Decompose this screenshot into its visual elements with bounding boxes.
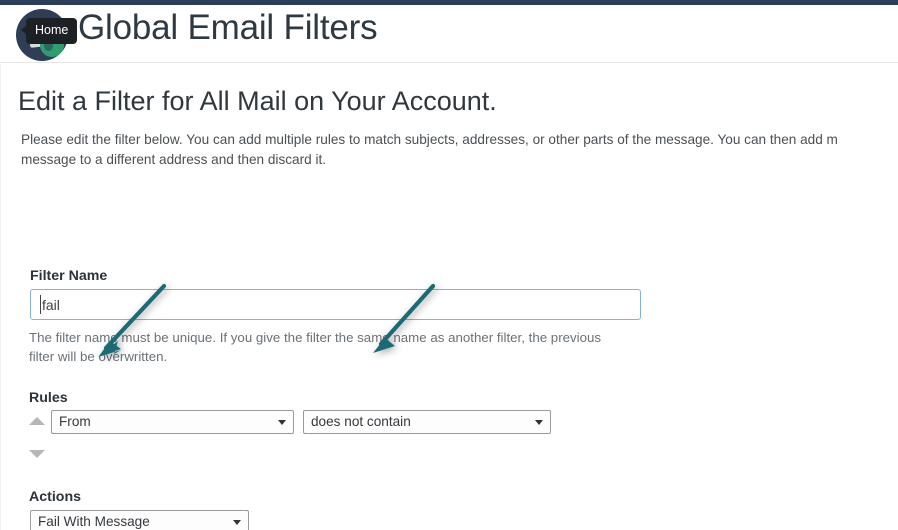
- rules-label: Rules: [29, 390, 68, 406]
- move-rule-down-icon[interactable]: [29, 450, 45, 458]
- rule-operator-select[interactable]: does not contain: [303, 410, 551, 434]
- filter-name-input[interactable]: [30, 289, 641, 320]
- filter-name-helper-text: The filter name must be unique. If you g…: [29, 330, 602, 365]
- chevron-down-icon: [278, 420, 286, 425]
- rule-operator-select-value: does not contain: [311, 414, 411, 429]
- action-type-select[interactable]: Fail With Message: [30, 510, 249, 530]
- actions-label: Actions: [29, 489, 82, 505]
- rule-field-select[interactable]: From: [51, 410, 294, 434]
- chevron-down-icon: [233, 520, 241, 525]
- intro-description: Please edit the filter below. You can ad…: [21, 132, 838, 168]
- text-caret: [40, 295, 41, 314]
- rule-reorder-controls: [29, 412, 46, 474]
- home-tooltip: Home: [20, 18, 78, 44]
- home-button[interactable]: Home: [16, 9, 78, 61]
- rule-field-select-value: From: [59, 414, 91, 429]
- app-root: Home Global Email Filters Edit a Filter …: [0, 0, 898, 530]
- filter-name-label: Filter Name: [30, 268, 108, 284]
- action-type-select-value: Fail With Message: [38, 514, 150, 529]
- main-content-panel: Edit a Filter for All Mail on Your Accou…: [0, 64, 898, 530]
- page-title: Global Email Filters: [78, 8, 378, 47]
- chevron-down-icon: [535, 420, 543, 425]
- page-header: Home Global Email Filters: [0, 5, 898, 63]
- move-rule-up-icon[interactable]: [29, 417, 45, 425]
- section-title: Edit a Filter for All Mail on Your Accou…: [18, 86, 497, 116]
